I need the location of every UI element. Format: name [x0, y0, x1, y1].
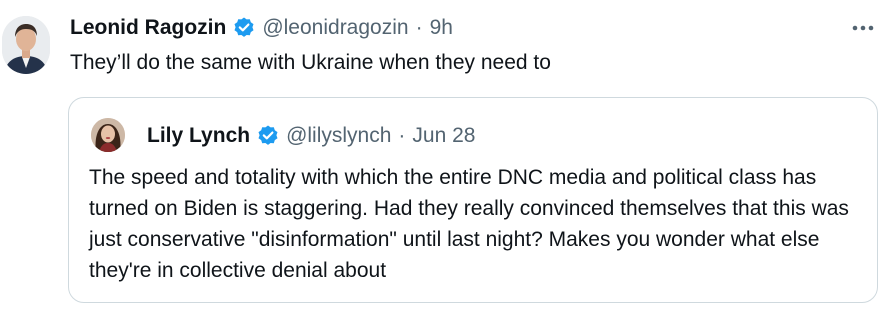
author-name[interactable]: Leonid Ragozin	[70, 16, 226, 40]
author-avatar[interactable]	[2, 16, 50, 74]
separator-dot: ·	[415, 16, 423, 39]
verified-badge-icon[interactable]	[232, 16, 256, 40]
quoted-tweet-text: The speed and totality with which the en…	[89, 166, 849, 282]
more-options-icon[interactable]	[850, 18, 876, 38]
separator-dot: ·	[398, 124, 406, 147]
quoted-author-handle[interactable]: @lilyslynch	[286, 124, 391, 148]
quoted-tweet-header: Lily Lynch @lilyslynch · Jun 28	[147, 122, 475, 150]
author-handle[interactable]: @leonidragozin	[262, 16, 408, 40]
quoted-author-avatar[interactable]	[91, 118, 125, 152]
verified-badge-icon[interactable]	[256, 124, 280, 148]
tweet: Leonid Ragozin @leonidragozin · 9h They’…	[0, 0, 886, 315]
tweet-header: Leonid Ragozin @leonidragozin · 9h	[70, 14, 453, 42]
quoted-author-name[interactable]: Lily Lynch	[147, 124, 250, 148]
quoted-tweet-date[interactable]: Jun 28	[412, 124, 475, 148]
tweet-text: They’ll do the same with Ukraine when th…	[70, 51, 551, 74]
tweet-time[interactable]: 9h	[430, 16, 453, 40]
quoted-tweet-card[interactable]: Lily Lynch @lilyslynch · Jun 28 The spee…	[68, 97, 878, 303]
